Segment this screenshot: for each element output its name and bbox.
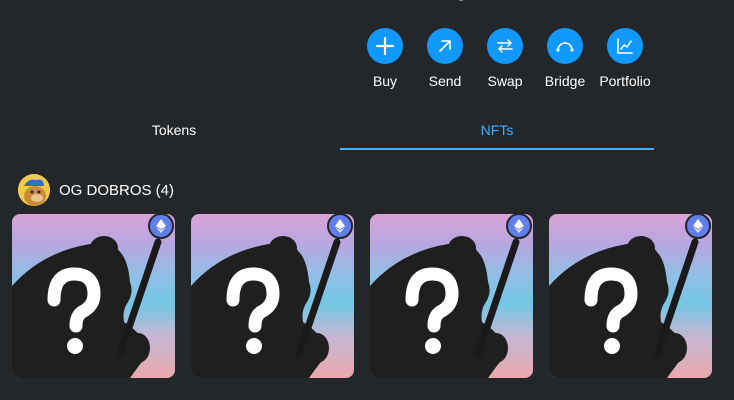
nft-placeholder-image bbox=[12, 236, 162, 378]
top-indicator bbox=[459, 0, 463, 1]
chart-icon bbox=[607, 28, 643, 64]
buy-button[interactable]: Buy bbox=[355, 28, 415, 89]
bridge-label: Bridge bbox=[544, 73, 586, 89]
bridge-button[interactable]: Bridge bbox=[535, 28, 595, 89]
dog-avatar-icon bbox=[18, 174, 50, 206]
nft-card[interactable] bbox=[370, 214, 533, 378]
portfolio-label: Portfolio bbox=[599, 73, 651, 89]
swap-arrows-icon bbox=[487, 28, 523, 64]
ethereum-icon bbox=[148, 214, 174, 239]
nft-card[interactable] bbox=[191, 214, 354, 378]
collection-name: OG DOBROS (4) bbox=[59, 181, 175, 199]
asset-tabs: Tokens NFTs bbox=[8, 112, 654, 150]
ethereum-icon bbox=[327, 214, 353, 239]
tab-tokens-label: Tokens bbox=[151, 122, 197, 138]
tab-nfts-label: NFTs bbox=[480, 122, 514, 138]
tab-tokens[interactable]: Tokens bbox=[8, 112, 340, 150]
nft-placeholder-image bbox=[370, 236, 520, 378]
nft-placeholder-image bbox=[549, 236, 699, 378]
bridge-icon bbox=[547, 28, 583, 64]
arrow-up-right-icon bbox=[427, 28, 463, 64]
ethereum-icon bbox=[506, 214, 532, 239]
nft-grid bbox=[12, 214, 712, 378]
tab-nfts[interactable]: NFTs bbox=[340, 112, 654, 150]
ethereum-icon bbox=[685, 214, 711, 239]
send-label: Send bbox=[428, 73, 462, 89]
send-button[interactable]: Send bbox=[415, 28, 475, 89]
swap-label: Swap bbox=[487, 73, 523, 89]
swap-button[interactable]: Swap bbox=[475, 28, 535, 89]
collection-header[interactable]: OG DOBROS (4) bbox=[18, 174, 174, 206]
nft-card[interactable] bbox=[12, 214, 175, 378]
nft-placeholder-image bbox=[191, 236, 341, 378]
portfolio-button[interactable]: Portfolio bbox=[595, 28, 655, 89]
plus-icon bbox=[367, 28, 403, 64]
buy-label: Buy bbox=[372, 73, 398, 89]
nft-card[interactable] bbox=[549, 214, 712, 378]
action-bar: Buy Send Swap Bridge Portfolio bbox=[355, 28, 655, 89]
